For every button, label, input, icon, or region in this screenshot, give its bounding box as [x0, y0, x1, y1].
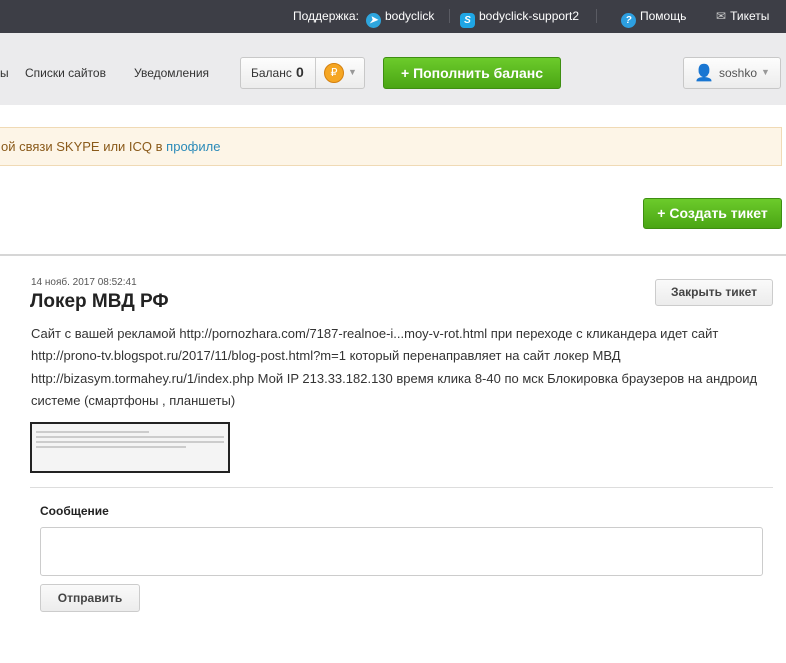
telegram-label: bodyclick	[385, 9, 435, 23]
alert-text: ой связи SKYPE или ICQ в	[1, 139, 167, 154]
balance-value: 0	[296, 64, 304, 80]
ticket-body: Сайт с вашей рекламой http://pornozhara.…	[31, 326, 758, 408]
plus-icon: +	[400, 65, 414, 81]
nav-notifications[interactable]: Уведомления	[134, 66, 209, 80]
chevron-down-icon: ▼	[348, 67, 357, 77]
help-link[interactable]: ? Помощь	[621, 9, 686, 28]
skype-icon: S	[460, 13, 475, 28]
help-icon: ?	[621, 13, 636, 28]
divider	[0, 254, 786, 256]
tickets-link[interactable]: ✉ Тикеты	[716, 9, 769, 23]
support-label: Поддержка:	[293, 9, 359, 23]
balance-label: Баланс	[251, 66, 292, 80]
plus-icon: +	[657, 205, 670, 221]
telegram-icon: ➤	[366, 13, 381, 28]
envelope-icon: ✉	[716, 9, 727, 23]
tickets-label: Тикеты	[730, 9, 770, 23]
close-ticket-button[interactable]: Закрыть тикет	[655, 279, 773, 306]
message-input[interactable]	[40, 527, 763, 576]
attachment-thumbnail[interactable]	[30, 422, 230, 473]
nav-item-partial[interactable]: ы	[0, 66, 9, 80]
profile-link[interactable]: профиле	[166, 139, 220, 154]
main-nav: ы Списки сайтов Уведомления Баланс 0 ₽ ▼…	[0, 33, 786, 105]
chevron-down-icon: ▼	[761, 67, 770, 77]
ticket-date: 14 нояб. 2017 08:52:41	[31, 277, 137, 288]
top-bar: Поддержка: ➤ bodyclick Sbodyclick-support…	[0, 0, 786, 33]
help-label: Помощь	[640, 9, 687, 23]
message-label: Сообщение	[40, 504, 109, 518]
user-menu[interactable]: 👤 soshko ▼	[683, 57, 781, 89]
create-ticket-button[interactable]: + Создать тикет	[643, 198, 782, 229]
skype-label: bodyclick-support2	[479, 9, 580, 23]
ruble-coin-icon: ₽	[324, 63, 344, 83]
ticket-title: Локер МВД РФ	[30, 291, 169, 312]
balance-widget[interactable]: Баланс 0 ₽ ▼	[240, 57, 365, 89]
divider	[449, 9, 450, 23]
username: soshko	[719, 66, 758, 80]
user-icon: 👤	[694, 65, 714, 82]
topup-balance-button[interactable]: + Пополнить баланс	[383, 57, 561, 89]
divider	[30, 487, 773, 488]
nav-sites-lists[interactable]: Списки сайтов	[25, 66, 106, 80]
telegram-link[interactable]: ➤ bodyclick	[366, 9, 434, 28]
topup-label: Пополнить баланс	[413, 65, 543, 81]
profile-alert: ой связи SKYPE или ICQ в профиле	[0, 127, 782, 166]
send-button[interactable]: Отправить	[40, 584, 140, 612]
skype-link[interactable]: Sbodyclick-support2	[460, 9, 579, 28]
divider	[596, 9, 597, 23]
create-ticket-label: Создать тикет	[669, 205, 768, 221]
